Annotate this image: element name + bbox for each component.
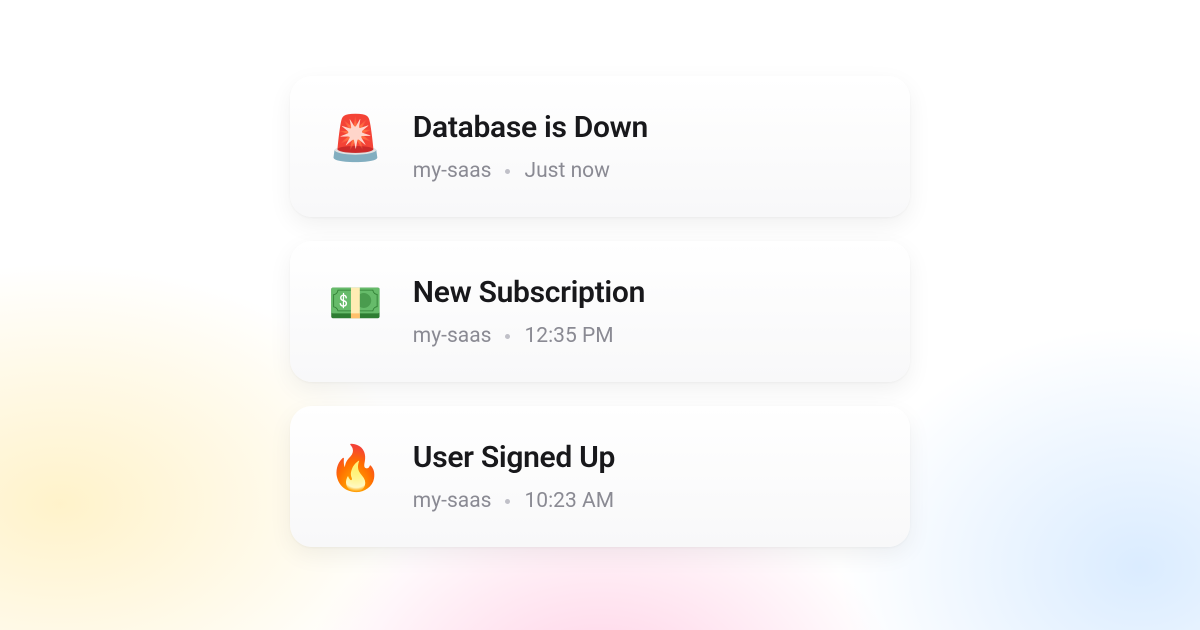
notification-meta: my-saas 10:23 AM	[413, 489, 615, 513]
notification-title: New Subscription	[413, 275, 645, 310]
notification-body: Database is Down my-saas Just now	[413, 110, 648, 183]
notification-card[interactable]: 🔥 User Signed Up my-saas 10:23 AM	[290, 406, 910, 547]
meta-separator	[505, 169, 510, 174]
notification-project: my-saas	[413, 324, 492, 348]
notification-body: User Signed Up my-saas 10:23 AM	[413, 440, 615, 513]
notification-feed: 🚨 Database is Down my-saas Just now 💵 Ne…	[290, 76, 910, 547]
siren-icon: 🚨	[328, 116, 383, 160]
money-icon: 💵	[328, 281, 383, 325]
notification-title: User Signed Up	[413, 440, 615, 475]
notification-time: Just now	[524, 159, 609, 183]
notification-meta: my-saas 12:35 PM	[413, 324, 645, 348]
notification-project: my-saas	[413, 159, 492, 183]
notification-time: 12:35 PM	[524, 324, 613, 348]
notification-body: New Subscription my-saas 12:35 PM	[413, 275, 645, 348]
notification-card[interactable]: 🚨 Database is Down my-saas Just now	[290, 76, 910, 217]
meta-separator	[505, 499, 510, 504]
notification-title: Database is Down	[413, 110, 648, 145]
meta-separator	[505, 334, 510, 339]
notification-meta: my-saas Just now	[413, 159, 648, 183]
fire-icon: 🔥	[328, 446, 383, 490]
notification-card[interactable]: 💵 New Subscription my-saas 12:35 PM	[290, 241, 910, 382]
notification-project: my-saas	[413, 489, 492, 513]
notification-time: 10:23 AM	[524, 489, 614, 513]
